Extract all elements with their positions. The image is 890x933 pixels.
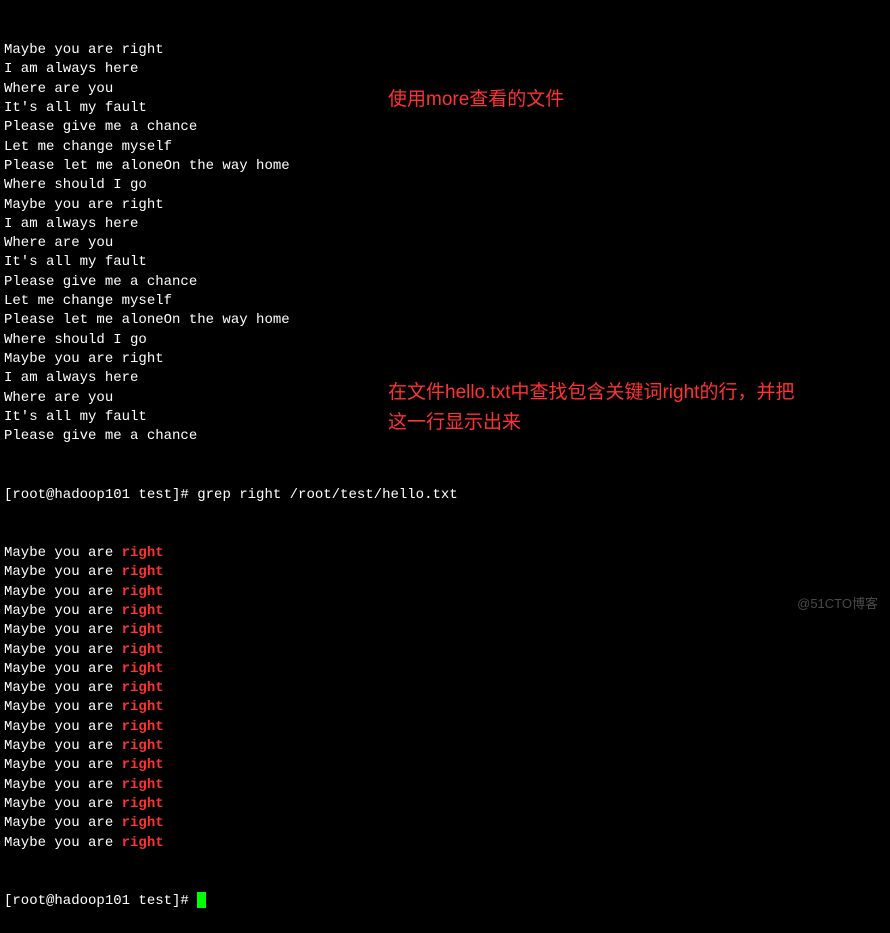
grep-command: grep right /root/test/hello.txt <box>197 487 457 503</box>
grep-match-text: right <box>122 738 164 754</box>
grep-result-line: Maybe you are right <box>4 544 886 563</box>
shell-prompt: [root@hadoop101 test]# <box>4 893 197 909</box>
grep-result-line: Maybe you are right <box>4 834 886 853</box>
grep-line-prefix: Maybe you are <box>4 642 122 658</box>
grep-match-text: right <box>122 777 164 793</box>
grep-result-line: Maybe you are right <box>4 679 886 698</box>
terminal-output-line: It's all my fault <box>4 253 886 272</box>
watermark: @51CTO博客 <box>797 595 878 613</box>
grep-result-line: Maybe you are right <box>4 698 886 717</box>
terminal-output-line: Maybe you are right <box>4 350 886 369</box>
grep-result-line: Maybe you are right <box>4 602 886 621</box>
terminal-output-line: Let me change myself <box>4 292 886 311</box>
grep-line-prefix: Maybe you are <box>4 545 122 561</box>
terminal-output-line: Maybe you are right <box>4 196 886 215</box>
grep-match-text: right <box>122 545 164 561</box>
grep-result-line: Maybe you are right <box>4 718 886 737</box>
grep-match-text: right <box>122 642 164 658</box>
grep-result-line: Maybe you are right <box>4 660 886 679</box>
grep-line-prefix: Maybe you are <box>4 699 122 715</box>
grep-result-line: Maybe you are right <box>4 737 886 756</box>
grep-line-prefix: Maybe you are <box>4 680 122 696</box>
terminal-output-line: Let me change myself <box>4 138 886 157</box>
annotation-grep: 在文件hello.txt中查找包含关键词right的行，并把这一行显示出来 <box>388 378 808 439</box>
grep-line-prefix: Maybe you are <box>4 796 122 812</box>
terminal-output-line: Where should I go <box>4 331 886 350</box>
grep-result-line: Maybe you are right <box>4 776 886 795</box>
grep-match-text: right <box>122 564 164 580</box>
grep-line-prefix: Maybe you are <box>4 738 122 754</box>
annotation-more: 使用more查看的文件 <box>388 85 564 115</box>
grep-match-text: right <box>122 699 164 715</box>
terminal-output-line: Where should I go <box>4 176 886 195</box>
grep-line-prefix: Maybe you are <box>4 603 122 619</box>
terminal-output-line: Maybe you are right <box>4 41 886 60</box>
terminal-output-line: Please let me aloneOn the way home <box>4 157 886 176</box>
grep-line-prefix: Maybe you are <box>4 777 122 793</box>
grep-line-prefix: Maybe you are <box>4 815 122 831</box>
grep-output-block: Maybe you are rightMaybe you are rightMa… <box>4 544 886 853</box>
grep-match-text: right <box>122 835 164 851</box>
grep-line-prefix: Maybe you are <box>4 719 122 735</box>
terminal-output-line: Where are you <box>4 234 886 253</box>
grep-result-line: Maybe you are right <box>4 814 886 833</box>
terminal-output-line: Please give me a chance <box>4 273 886 292</box>
grep-line-prefix: Maybe you are <box>4 757 122 773</box>
terminal-cursor <box>197 892 206 908</box>
command-line-empty[interactable]: [root@hadoop101 test]# <box>4 892 886 911</box>
grep-match-text: right <box>122 757 164 773</box>
terminal-output-line: Please let me aloneOn the way home <box>4 311 886 330</box>
grep-result-line: Maybe you are right <box>4 563 886 582</box>
grep-line-prefix: Maybe you are <box>4 835 122 851</box>
grep-match-text: right <box>122 584 164 600</box>
grep-result-line: Maybe you are right <box>4 795 886 814</box>
terminal-window[interactable]: Maybe you are rightI am always hereWhere… <box>0 0 890 933</box>
grep-match-text: right <box>122 661 164 677</box>
grep-line-prefix: Maybe you are <box>4 661 122 677</box>
grep-result-line: Maybe you are right <box>4 583 886 602</box>
grep-line-prefix: Maybe you are <box>4 584 122 600</box>
command-line-grep: [root@hadoop101 test]# grep right /root/… <box>4 486 886 505</box>
grep-result-line: Maybe you are right <box>4 756 886 775</box>
grep-line-prefix: Maybe you are <box>4 564 122 580</box>
terminal-output-line: I am always here <box>4 60 886 79</box>
grep-match-text: right <box>122 815 164 831</box>
grep-match-text: right <box>122 680 164 696</box>
terminal-output-line: I am always here <box>4 215 886 234</box>
grep-result-line: Maybe you are right <box>4 641 886 660</box>
grep-match-text: right <box>122 603 164 619</box>
shell-prompt: [root@hadoop101 test]# <box>4 487 197 503</box>
terminal-output-line: Please give me a chance <box>4 118 886 137</box>
grep-result-line: Maybe you are right <box>4 621 886 640</box>
grep-match-text: right <box>122 796 164 812</box>
grep-line-prefix: Maybe you are <box>4 622 122 638</box>
grep-match-text: right <box>122 719 164 735</box>
grep-match-text: right <box>122 622 164 638</box>
